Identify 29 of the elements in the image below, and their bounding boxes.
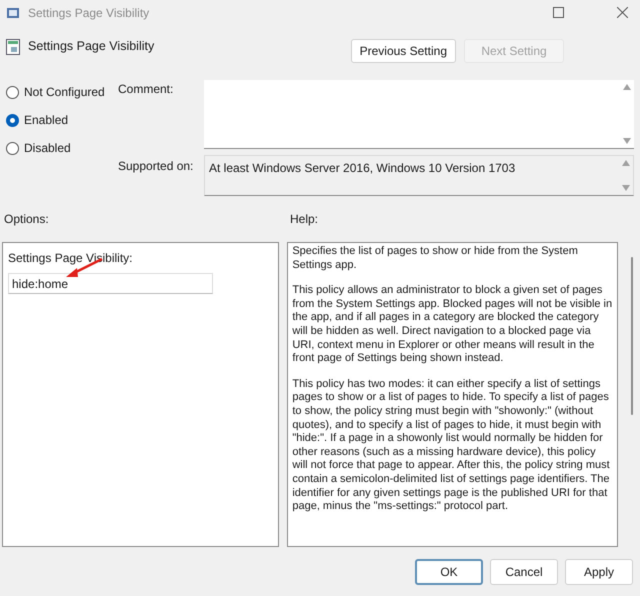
- settings-page-icon: [6, 39, 20, 55]
- policy-title: Settings Page Visibility: [28, 38, 156, 55]
- window-title: Settings Page Visibility: [28, 4, 150, 22]
- dialog-button[interactable]: Cancel: [490, 559, 558, 585]
- options-label: Options:: [4, 211, 50, 228]
- comment-label: Comment:: [118, 81, 174, 98]
- state-radio[interactable]: Not Configured: [6, 83, 118, 101]
- scroll-up-icon[interactable]: [622, 160, 630, 166]
- scrollbar-thumb[interactable]: [631, 257, 634, 415]
- dialog-button[interactable]: OK: [415, 559, 483, 585]
- help-paragraph: This policy allows an administrator to block a given set of pages from the System Settings app. Blocked pages will not be visible in the app, and if all pages in a category are blocked the category will be hidden as well. Direct navigation to a blocked page via URI, context menu in Explorer or other means will result in the front page of Settings being shown instead.: [292, 284, 614, 366]
- setting-nav-button[interactable]: Previous Setting: [350, 39, 456, 63]
- field-label: Settings Page Visibility:: [8, 250, 134, 267]
- maximize-icon[interactable]: [553, 7, 564, 18]
- state-radio[interactable]: Disabled: [6, 139, 118, 157]
- state-radio[interactable]: Enabled: [6, 111, 118, 129]
- dialog-button[interactable]: Apply: [565, 559, 633, 585]
- help-label: Help:: [290, 211, 318, 228]
- comment-field[interactable]: [204, 80, 634, 149]
- supported-on-text: At least Windows Server 2016, Windows 10 Version 1703: [208, 160, 516, 177]
- help-paragraph: Specifies the list of pages to show or hide from the System Settings app.: [292, 245, 579, 272]
- close-icon[interactable]: [617, 7, 628, 18]
- visibility-input[interactable]: hide:home: [8, 273, 213, 294]
- scroll-down-icon[interactable]: [622, 185, 630, 191]
- policy-icon: [6, 6, 20, 20]
- supported-on-label: Supported on:: [118, 158, 194, 175]
- help-paragraph: This policy has two modes: it can either specify a list of settings pages to show or a list of pages to hide. To specify a list of pages to show, the policy string must begin with "showonly:" (without quotes), and to specify a list of pages to hide, it must begin with "hide:". If a page in a showonly list would normally be hidden for other reasons (such as a missing hardware device), this policy will not force that page to appear. After this, the policy string must contain a semicolon-delimited list of settings page identifiers. The identifier for any given settings page is the published URI for that page, minus the "ms-settings:" protocol part.: [292, 378, 611, 514]
- scroll-up-icon[interactable]: [623, 84, 631, 90]
- scroll-down-icon[interactable]: [623, 138, 631, 144]
